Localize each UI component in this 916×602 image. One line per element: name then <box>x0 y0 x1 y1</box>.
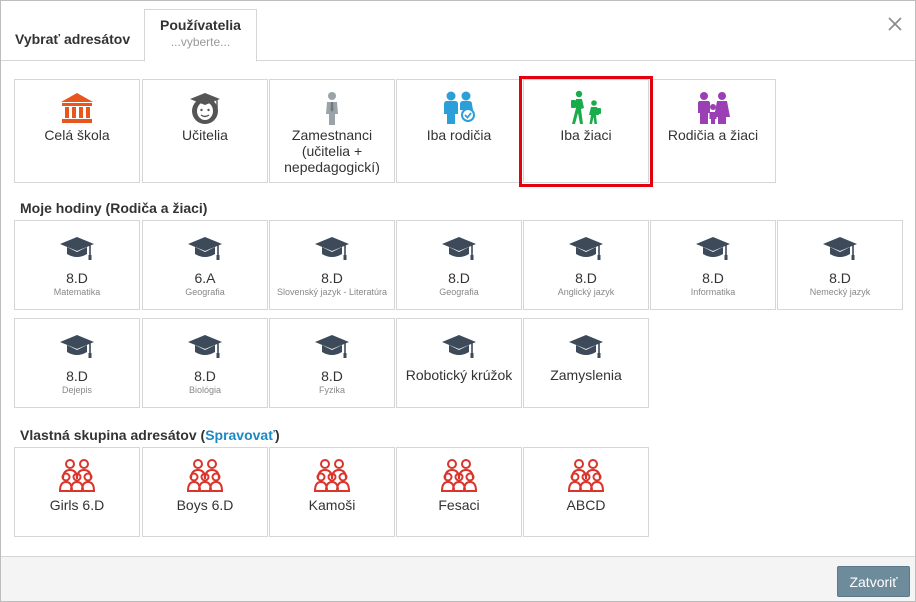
mortarboard-icon <box>187 333 223 363</box>
class-tile[interactable]: Robotický krúžok <box>396 318 522 408</box>
mortarboard-icon <box>695 235 731 265</box>
custom-groups-heading-prefix: Vlastná skupina adresátov ( <box>20 427 206 443</box>
class-label: 8.D <box>66 368 88 384</box>
class-tile[interactable]: 8.D Geografia <box>396 220 522 310</box>
class-label: Zamyslenia <box>550 367 622 383</box>
manage-groups-link[interactable]: Spravovať <box>205 427 275 443</box>
mortarboard-icon <box>441 333 477 363</box>
recipient-label: Zamestnanci (učitelia + nepedagogickí) <box>284 127 380 175</box>
tab-users[interactable]: Používatelia ...vyberte... <box>144 9 257 62</box>
class-subject: Geografia <box>185 287 225 297</box>
recipient-label: Rodičia a žiaci <box>667 127 759 143</box>
group-label: Boys 6.D <box>176 497 234 513</box>
mortarboard-icon <box>568 235 604 265</box>
class-subject: Nemecký jazyk <box>809 287 871 297</box>
class-tile[interactable]: 8.D Nemecký jazyk <box>777 220 903 310</box>
class-label: 8.D <box>702 270 724 286</box>
group-tile[interactable]: Boys 6.D <box>142 447 268 537</box>
recipient-whole-school[interactable]: Celá škola <box>14 79 140 183</box>
class-label: 8.D <box>575 270 597 286</box>
group-tile[interactable]: ABCD <box>523 447 649 537</box>
recipient-label: Učitelia <box>182 127 228 143</box>
class-tile[interactable]: 8.D Fyzika <box>269 318 395 408</box>
group-people-icon <box>187 458 223 492</box>
class-tile[interactable]: 8.D Anglický jazyk <box>523 220 649 310</box>
group-people-icon <box>59 458 95 492</box>
custom-groups-heading-suffix: ) <box>274 427 280 443</box>
group-label: Girls 6.D <box>49 497 105 513</box>
group-people-icon <box>441 458 477 492</box>
group-tile[interactable]: Kamoši <box>269 447 395 537</box>
class-tile[interactable]: 8.D Dejepis <box>14 318 140 408</box>
class-subject: Geografia <box>439 287 479 297</box>
mortarboard-icon <box>441 235 477 265</box>
mortarboard-icon <box>822 235 858 265</box>
group-tile[interactable]: Fesaci <box>396 447 522 537</box>
class-label: 8.D <box>448 270 470 286</box>
class-tile[interactable]: 8.D Matematika <box>14 220 140 310</box>
recipient-dialog: Vybrať adresátov Používatelia ...vyberte… <box>0 0 916 602</box>
my-classes-heading: Moje hodiny (Rodiča a žiaci) <box>20 200 208 216</box>
dialog-title: Vybrať adresátov <box>15 31 131 47</box>
class-subject: Anglický jazyk <box>557 287 615 297</box>
mortarboard-icon <box>59 333 95 363</box>
class-label: 8.D <box>194 368 216 384</box>
recipient-label: Celá škola <box>44 127 110 143</box>
employee-icon <box>326 92 338 125</box>
mortarboard-icon <box>314 235 350 265</box>
class-label: 8.D <box>321 368 343 384</box>
recipient-label: Iba rodičia <box>426 127 492 143</box>
parents-icon <box>444 91 475 124</box>
class-label: Robotický krúžok <box>405 367 513 383</box>
class-tile[interactable]: 8.D Biológia <box>142 318 268 408</box>
tab-users-subtitle: ...vyberte... <box>170 35 231 49</box>
close-button[interactable]: Zatvoriť <box>837 566 910 597</box>
class-tile[interactable]: 6.A Geografia <box>142 220 268 310</box>
class-label: 8.D <box>66 270 88 286</box>
group-label: Kamoši <box>308 497 356 513</box>
class-label: 6.A <box>194 270 216 286</box>
class-subject: Slovenský jazyk - Literatúra <box>276 287 388 297</box>
class-subject: Biológia <box>188 385 222 395</box>
class-subject: Matematika <box>53 287 101 297</box>
class-tile[interactable]: 8.D Slovenský jazyk - Literatúra <box>269 220 395 310</box>
family-icon <box>698 92 730 124</box>
teacher-graduate-icon <box>190 93 220 124</box>
mortarboard-icon <box>314 333 350 363</box>
mortarboard-icon <box>59 235 95 265</box>
custom-groups-heading: Vlastná skupina adresátov (Spravovať) <box>20 427 280 443</box>
recipient-teachers[interactable]: Učitelia <box>142 79 268 183</box>
class-subject: Dejepis <box>61 385 92 395</box>
class-label: 8.D <box>321 270 343 286</box>
school-building-icon <box>61 93 93 123</box>
group-people-icon <box>568 458 604 492</box>
class-tile[interactable]: Zamyslenia <box>523 318 649 408</box>
class-subject: Fyzika <box>318 385 345 395</box>
group-people-icon <box>314 458 350 492</box>
recipient-label: Iba žiaci <box>560 127 612 143</box>
group-label: Fesaci <box>438 497 480 513</box>
dialog-header: Vybrať adresátov Používatelia ...vyberte… <box>1 1 915 62</box>
students-walking-icon <box>571 90 601 124</box>
class-label: 8.D <box>829 270 851 286</box>
recipient-employees[interactable]: Zamestnanci (učitelia + nepedagogickí) <box>269 79 395 183</box>
recipient-students-only[interactable]: Iba žiaci <box>523 79 649 183</box>
class-subject: Informatika <box>690 287 736 297</box>
close-icon[interactable] <box>885 14 905 34</box>
recipient-parents-only[interactable]: Iba rodičia <box>396 79 522 183</box>
group-label: ABCD <box>566 497 606 513</box>
group-tile[interactable]: Girls 6.D <box>14 447 140 537</box>
dialog-footer <box>1 556 915 601</box>
mortarboard-icon <box>568 333 604 363</box>
recipient-parents-and-students[interactable]: Rodičia a žiaci <box>650 79 776 183</box>
tab-users-title: Používatelia <box>160 17 241 33</box>
class-tile[interactable]: 8.D Informatika <box>650 220 776 310</box>
mortarboard-icon <box>187 235 223 265</box>
